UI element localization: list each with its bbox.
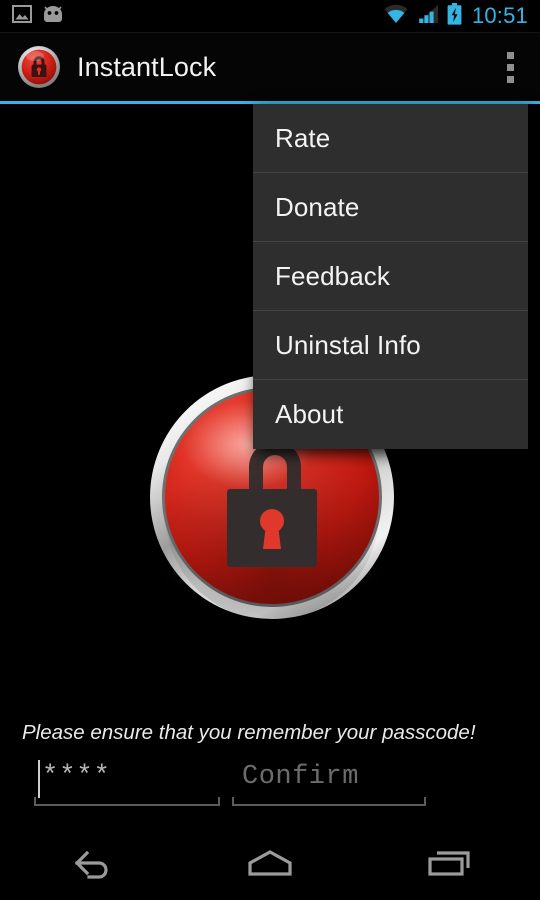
menu-item-label: Donate (275, 191, 360, 222)
app-title: InstantLock (77, 51, 217, 82)
status-system-icons: 10:51 (383, 2, 540, 30)
passcode-input[interactable]: **** (34, 758, 220, 806)
nav-back-button[interactable] (30, 830, 150, 900)
battery-charging-icon (447, 2, 462, 30)
padlock-icon (17, 45, 61, 89)
wifi-icon (383, 4, 409, 29)
menu-item-rate[interactable]: Rate (253, 104, 528, 173)
passcode-input-value: **** (42, 762, 111, 792)
nav-recents-button[interactable] (390, 830, 510, 900)
action-bar: InstantLock (0, 33, 540, 101)
menu-item-label: Uninstal Info (275, 329, 421, 360)
android-head-icon (41, 5, 65, 27)
overflow-menu: Rate Donate Feedback Uninstal Info About (253, 104, 528, 449)
confirm-input-underline (232, 797, 426, 806)
passcode-hint: Please ensure that you remember your pas… (22, 721, 476, 744)
signal-icon (416, 4, 440, 29)
menu-item-label: About (275, 399, 344, 429)
passcode-input-underline (34, 797, 220, 806)
overflow-dot-2 (506, 63, 514, 71)
nav-home-button[interactable] (210, 830, 330, 900)
home-icon (243, 846, 297, 885)
status-notification-icons (0, 4, 65, 28)
status-bar: 10:51 (0, 0, 540, 33)
overflow-dot-1 (506, 51, 514, 59)
back-arrow-icon (66, 846, 114, 885)
android-screen: 10:51 InstantLock Please ensure that you… (0, 0, 540, 900)
confirm-input-placeholder: Confirm (242, 762, 359, 792)
recents-icon (424, 846, 476, 885)
menu-item-label: Rate (275, 122, 331, 153)
screenshot-icon (12, 4, 32, 28)
overflow-dot-3 (506, 75, 514, 83)
overflow-menu-icon[interactable] (486, 33, 540, 101)
menu-item-about[interactable]: About (253, 380, 528, 449)
status-clock: 10:51 (471, 3, 528, 28)
menu-item-donate[interactable]: Donate (253, 173, 528, 242)
confirm-input[interactable]: Confirm (232, 758, 426, 806)
passcode-form: Please ensure that you remember your pas… (0, 714, 540, 830)
text-caret (38, 760, 40, 798)
navigation-bar (0, 830, 540, 900)
menu-item-label: Feedback (275, 260, 390, 291)
menu-item-feedback[interactable]: Feedback (253, 242, 528, 311)
menu-item-uninstal-info[interactable]: Uninstal Info (253, 311, 528, 380)
